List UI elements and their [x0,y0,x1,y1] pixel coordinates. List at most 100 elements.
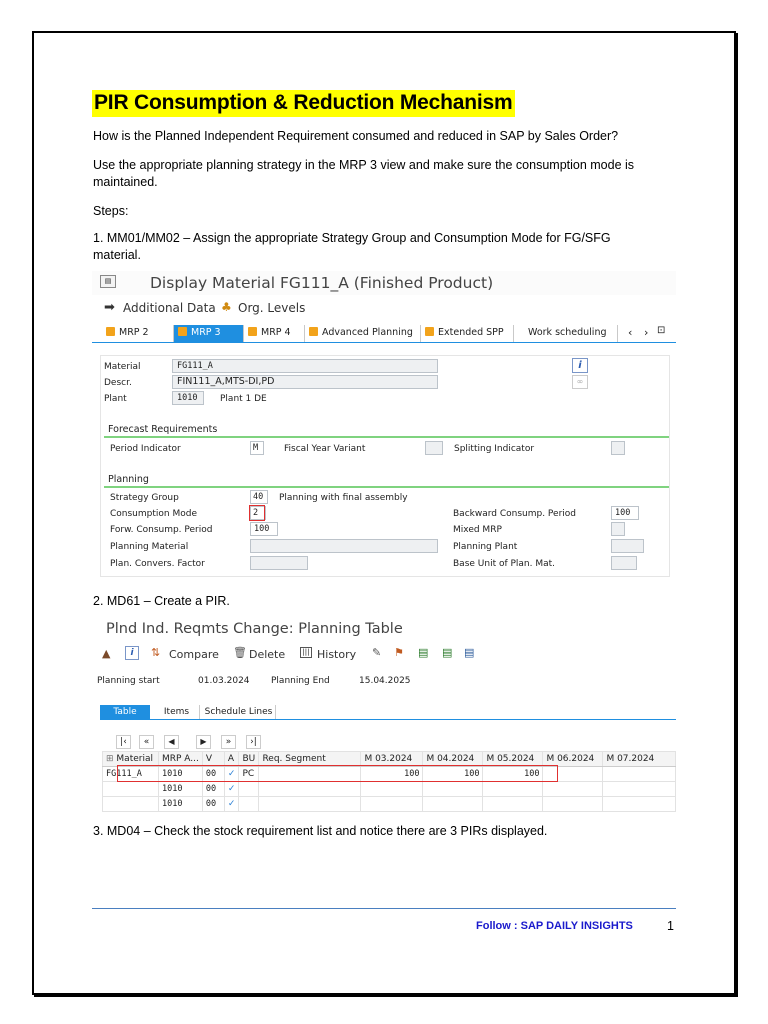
mrp-area-cell[interactable]: 1010 [158,796,203,812]
tab-extended-spp[interactable]: Extended SPP [421,325,514,342]
tab-schedule-lines[interactable]: Schedule Lines [202,705,276,719]
splitting-field[interactable] [611,441,625,455]
strategy-group-field[interactable]: 40 [250,490,268,504]
tab-advanced-planning[interactable]: Advanced Planning [305,325,421,342]
material-cell[interactable] [102,781,159,797]
active-check-cell[interactable]: ✓ [223,781,240,797]
tab-mrp2[interactable]: MRP 2 [102,325,174,342]
backward-consumption-label: Backward Consump. Period [453,509,576,519]
scroll-right-icon[interactable]: › [644,326,648,339]
period-indicator-field[interactable]: M [250,441,264,455]
prev-page-icon[interactable]: « [139,735,154,749]
delete-button[interactable]: Delete [249,648,285,661]
mrp-area-cell[interactable]: 1010 [158,781,203,797]
qty-cell-m03[interactable] [360,796,424,812]
unit-cell[interactable] [238,781,260,797]
next-page-icon[interactable]: » [221,735,236,749]
version-cell[interactable]: 00 [201,781,225,797]
planning-end-value: 15.04.2025 [359,676,411,686]
backward-consumption-field[interactable]: 100 [611,506,639,520]
column-header[interactable]: M 07.2024 [602,751,676,767]
planning-end-label: Planning End [271,676,330,686]
tab-list-icon[interactable]: ⊡ [657,325,665,336]
glasses-icon[interactable]: ∞ [572,375,588,389]
conversion-factor-label: Plan. Convers. Factor [110,559,205,569]
tab-table[interactable]: Table [100,705,150,719]
qty-cell-m05[interactable] [482,796,544,812]
question-paragraph: How is the Planned Independent Requireme… [93,129,619,143]
plant-label: Plant [104,394,127,404]
select-all-icon[interactable]: ⊞ [106,754,114,764]
first-page-icon[interactable]: |‹ [116,735,131,749]
tab-work-scheduling[interactable]: Work scheduling [514,325,618,342]
compare-button[interactable]: Compare [169,648,219,661]
tab-icon [309,327,318,336]
page-number: 1 [667,919,674,933]
active-check-cell[interactable]: ✓ [223,796,240,812]
tool-icon-4[interactable]: ▤ [464,646,474,659]
info-icon[interactable]: i [572,358,588,373]
planning-material-field[interactable] [250,539,438,553]
descr-label: Descr. [104,378,132,388]
qty-cell-m04[interactable] [422,781,484,797]
qty-cell-m06[interactable] [542,781,604,797]
conversion-factor-field[interactable] [250,556,308,570]
forecast-group-title: Forecast Requirements [108,424,218,435]
forward-consumption-field[interactable]: 100 [250,522,278,536]
hat-icon[interactable]: ▲ [102,647,110,660]
base-unit-field[interactable] [611,556,637,570]
tool-icon-1[interactable]: ⚑ [394,646,404,659]
tab-items[interactable]: Items [154,705,200,719]
consumption-mode-highlight [249,505,265,521]
material-field: FG111_A [172,359,438,373]
row-highlight-box [117,765,558,782]
qty-cell-m07[interactable] [602,766,676,782]
tab-mrp3[interactable]: MRP 3 [174,325,244,342]
mixed-mrp-field[interactable] [611,522,625,536]
edit-icon[interactable]: ✎ [372,646,381,659]
qty-cell-m07[interactable] [602,796,676,812]
qty-cell-m04[interactable] [422,796,484,812]
screen2-title: Plnd Ind. Reqmts Change: Planning Table [106,621,403,637]
step3-text: 3. MD04 – Check the stock requirement li… [93,824,548,838]
footer-divider [92,908,676,909]
strategy-paragraph-line2: maintained. [93,175,158,189]
material-cell[interactable] [102,796,159,812]
additional-data-button[interactable]: Additional Data [123,301,216,315]
req-segment-cell[interactable] [258,781,362,797]
descr-field: FIN111_A,MTS-DI,PD [172,375,438,389]
qty-cell-m06[interactable] [542,796,604,812]
tab-strip-line [100,719,676,720]
planning-plant-field[interactable] [611,539,644,553]
planning-group-line [104,486,669,488]
last-page-icon[interactable]: ›| [246,735,261,749]
material-label: Material [104,362,141,372]
tool-icon-3[interactable]: ▤ [442,646,452,659]
tool-icon-2[interactable]: ▤ [418,646,428,659]
next-column-icon[interactable]: ▶ [196,735,211,749]
qty-cell-m07[interactable] [602,781,676,797]
mixed-mrp-label: Mixed MRP [453,525,502,535]
history-button[interactable]: History [317,648,356,661]
fiscal-year-field[interactable] [425,441,443,455]
qty-cell-m03[interactable] [360,781,424,797]
table-row[interactable]: 1010 00 ✓ [102,796,676,812]
prev-column-icon[interactable]: ◀ [164,735,179,749]
splitting-label: Splitting Indicator [454,444,535,454]
unit-cell[interactable] [238,796,260,812]
org-levels-button[interactable]: Org. Levels [238,301,305,315]
tab-icon [178,327,187,336]
step1-line1: 1. MM01/MM02 – Assign the appropriate St… [93,231,611,245]
period-indicator-label: Period Indicator [110,444,181,454]
menu-icon[interactable]: ▤ [100,275,116,288]
req-segment-cell[interactable] [258,796,362,812]
forecast-group-line [104,436,669,438]
step1-line2: material. [93,248,141,262]
scroll-left-icon[interactable]: ‹ [628,326,632,339]
version-cell[interactable]: 00 [201,796,225,812]
planning-start-label: Planning start [97,676,160,686]
info-icon[interactable]: i [125,646,139,660]
qty-cell-m05[interactable] [482,781,544,797]
table-row[interactable]: 1010 00 ✓ [102,781,676,797]
tab-mrp4[interactable]: MRP 4 [244,325,305,342]
